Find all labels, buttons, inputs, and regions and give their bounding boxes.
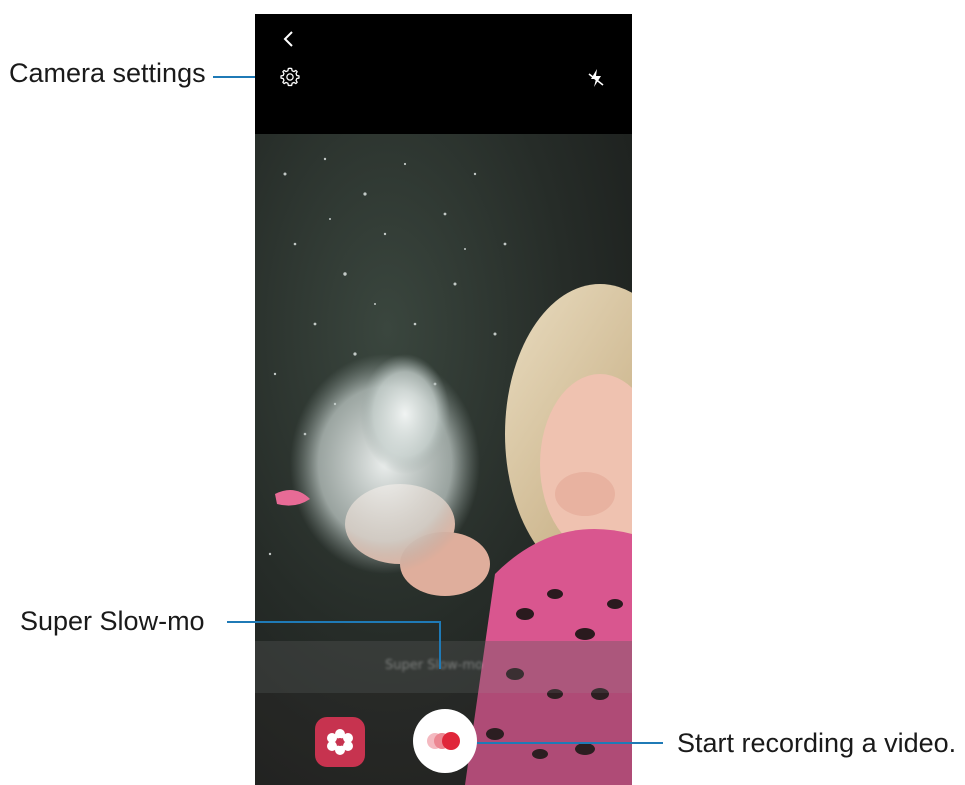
camera-top-bar: [255, 14, 632, 134]
mode-label[interactable]: Super Slow-mo: [385, 658, 483, 673]
camera-viewfinder[interactable]: Super Slow-mo: [255, 134, 632, 785]
super-slow-mo-leader-v: [439, 621, 441, 669]
start-recording-callout: Start recording a video.: [677, 728, 957, 758]
gear-icon[interactable]: [279, 66, 301, 88]
super-slow-mo-callout: Super Slow-mo: [20, 606, 205, 636]
back-arrow-icon[interactable]: [279, 28, 299, 50]
flash-off-icon[interactable]: [585, 66, 607, 90]
super-slow-mo-leader-h: [227, 621, 441, 623]
record-video-icon: [427, 732, 460, 750]
gallery-button[interactable]: [315, 717, 365, 767]
camera-settings-callout: Camera settings: [9, 58, 206, 88]
start-recording-leader: [477, 742, 663, 744]
camera-screen: Super Slow-mo: [255, 14, 632, 785]
record-button[interactable]: [413, 709, 477, 773]
gallery-flower-icon: [327, 729, 353, 755]
mode-strip[interactable]: Super Slow-mo: [255, 641, 632, 693]
